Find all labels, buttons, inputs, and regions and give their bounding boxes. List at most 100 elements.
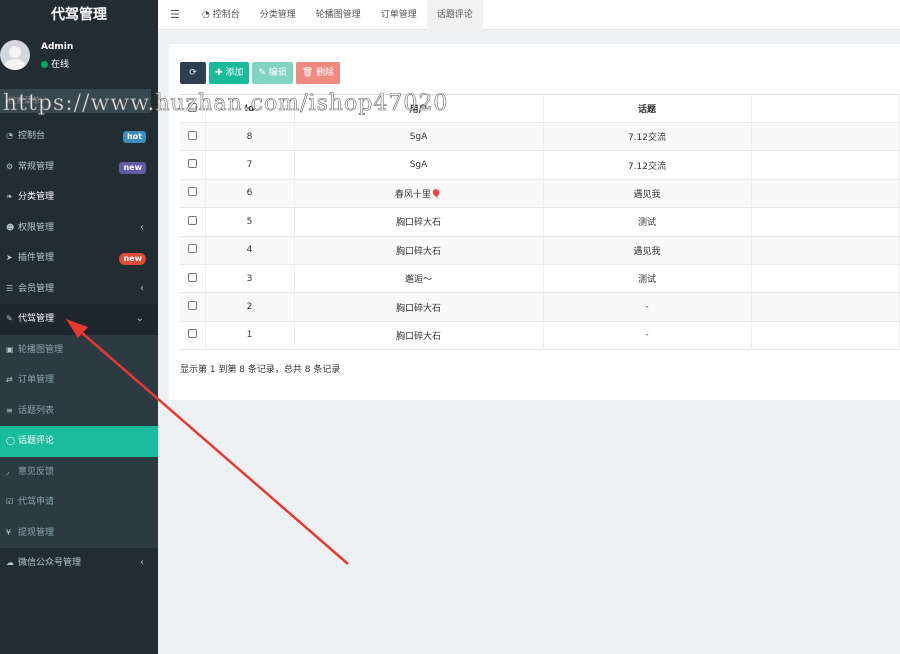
row-checkbox[interactable] (180, 179, 206, 209)
cell-user: 胸口碎大石 (294, 292, 544, 322)
cell-empty (751, 207, 900, 237)
cell-topic: 遇见我 (543, 179, 752, 209)
sidebar-item-member[interactable]: ☰ 会员管理 ‹ (0, 274, 158, 305)
tab-label: 分类管理 (259, 10, 296, 20)
chevron-left-icon: ‹ (140, 557, 144, 568)
sidebar-item-label: 分类管理 (18, 192, 55, 202)
cell-topic: 7.12交流 (543, 150, 752, 180)
sidebar-item-dashboard[interactable]: ◔ 控制台 hot (0, 121, 158, 152)
chevron-left-icon: ‹ (140, 221, 144, 233)
row-checkbox[interactable] (180, 122, 206, 152)
cell-topic: - (543, 292, 752, 322)
checkbox-icon (187, 301, 197, 311)
edit-button[interactable]: ✎ 编辑 (252, 62, 293, 84)
cell-id: 7 (205, 150, 295, 180)
sidebar-item-driver[interactable]: ✎ 代驾管理 ⌄ (0, 304, 158, 335)
sidebar-item-general[interactable]: ⚙ 常规管理 new (0, 152, 158, 183)
top-navbar: ☰ ◔ 控制台 分类管理 轮播图管理 订单管理 话题评论 (158, 0, 900, 30)
user-status: 在线 (41, 57, 69, 70)
delete-button[interactable]: 🗑 删除 (295, 62, 341, 84)
group-icon: ☻ (6, 222, 15, 232)
cell-topic: 测试 (543, 207, 752, 237)
cell-user: 邂逅～ (294, 264, 544, 294)
sidebar-item-topic-comment[interactable]: ◯ 话题评论 (0, 426, 158, 457)
sidebar-item-wechat[interactable]: ☁ 微信公众号管理 ‹ (0, 548, 158, 579)
wechat-icon: ☁ (6, 558, 14, 567)
sidebar-item-label: 控制台 (18, 131, 46, 141)
row-checkbox[interactable] (180, 264, 206, 294)
sidebar-item-label: 权限管理 (18, 222, 55, 233)
table-row[interactable]: 2 胸口碎大石 - (180, 292, 900, 322)
list-icon: ☰ (6, 283, 14, 293)
sidebar-item-label: 话题评论 (18, 436, 55, 446)
leaf-icon: ❧ (6, 192, 13, 201)
sidebar-item-label: 微信公众号管理 (18, 558, 82, 568)
sidebar-item-label: 代驾申请 (18, 497, 55, 507)
cell-empty (751, 264, 900, 294)
tab-order[interactable]: 订单管理 (371, 0, 427, 30)
column-header-empty (751, 94, 900, 123)
new-badge: new (119, 253, 146, 265)
sidebar-item-topic-list[interactable]: ≡ 话题列表 (0, 396, 158, 427)
checkbox-icon (187, 215, 197, 225)
sidebar-item-label: 话题列表 (18, 405, 55, 416)
tab-dashboard[interactable]: ◔ 控制台 (192, 0, 250, 30)
sidebar-item-category[interactable]: ❧ 分类管理 (0, 182, 158, 213)
rocket-icon: ➤ (6, 253, 13, 262)
sidebar-item-label: 会员管理 (18, 283, 55, 294)
image-icon: ▣ (6, 344, 14, 354)
tab-category[interactable]: 分类管理 (250, 0, 306, 30)
add-button[interactable]: ✚ 添加 (209, 62, 250, 84)
sidebar-item-withdraw[interactable]: ¥ 提现管理 (0, 518, 158, 549)
sidebar-item-order[interactable]: ⇄ 订单管理 (0, 365, 158, 396)
table-row[interactable]: 1 胸口碎大石 - (180, 321, 900, 351)
chevron-down-icon: ⌄ (135, 313, 144, 324)
cell-user: 春风十里🎈 (294, 179, 544, 209)
row-checkbox[interactable] (180, 236, 206, 265)
column-header-topic[interactable]: 话题 (543, 94, 752, 123)
row-checkbox[interactable] (180, 292, 206, 322)
refresh-button[interactable]: ⟳ (180, 62, 206, 84)
menu-toggle-icon[interactable]: ☰ (170, 8, 180, 21)
checkbox-icon (187, 130, 197, 140)
row-checkbox[interactable] (180, 321, 206, 351)
cell-id: 4 (205, 236, 295, 265)
checkbox-icon (187, 187, 197, 197)
checkbox-icon (187, 329, 197, 339)
table-row[interactable]: 3 邂逅～ 测试 (180, 264, 900, 294)
submenu-driver: ▣ 轮播图管理 ⇄ 订单管理 ≡ 话题列表 ◯ 话题评论 ◞ 意见反馈 ☑ 代驾申请 ¥ 提现… (0, 334, 158, 549)
cogs-icon: ⚙ (6, 161, 14, 171)
table-row[interactable]: 6 春风十里🎈 遇见我 (180, 179, 900, 209)
row-checkbox[interactable] (180, 150, 206, 180)
cell-empty (751, 179, 900, 209)
cell-id: 3 (205, 264, 295, 294)
rss-icon: ◞ (6, 466, 10, 476)
table-row[interactable]: 4 胸口碎大石 遇见我 (180, 236, 900, 265)
tab-label: 订单管理 (380, 10, 417, 20)
cell-id: 6 (205, 179, 295, 209)
sidebar-item-label: 意见反馈 (18, 466, 55, 477)
table-row[interactable]: 7 SgA 7.12交流 (180, 150, 900, 180)
sidebar-item-driver-apply[interactable]: ☑ 代驾申请 (0, 487, 158, 518)
sidebar-item-label: 代驾管理 (18, 314, 55, 324)
cell-user: 胸口碎大石 (294, 236, 544, 265)
chevron-left-icon: ‹ (140, 282, 144, 294)
sidebar-item-banner[interactable]: ▣ 轮播图管理 (0, 335, 158, 366)
online-dot-icon (41, 61, 48, 68)
table-row[interactable]: 5 胸口碎大石 测试 (180, 207, 900, 237)
check-square-icon: ☑ (6, 497, 14, 506)
cell-topic: 7.12交流 (543, 122, 752, 152)
sidebar-item-auth[interactable]: ☻ 权限管理 ‹ (0, 213, 158, 244)
tab-topic-comment[interactable]: 话题评论 (426, 0, 483, 30)
cell-empty (751, 292, 900, 322)
tab-banner[interactable]: 轮播图管理 (306, 0, 371, 30)
sidebar-item-feedback[interactable]: ◞ 意见反馈 (0, 457, 158, 488)
cell-topic: - (543, 321, 752, 351)
dashboard-icon: ◔ (6, 131, 13, 140)
table-row[interactable]: 8 SgA 7.12交流 (180, 122, 900, 152)
sidebar-menu: ◔ 控制台 hot ⚙ 常规管理 new ❧ 分类管理 ☻ 权限管理 ‹ ➤ 插件管理 n… (0, 121, 158, 579)
cell-empty (751, 122, 900, 152)
sidebar-item-label: 提现管理 (18, 527, 55, 538)
row-checkbox[interactable] (180, 207, 206, 237)
sidebar-item-addon[interactable]: ➤ 插件管理 new (0, 243, 158, 274)
